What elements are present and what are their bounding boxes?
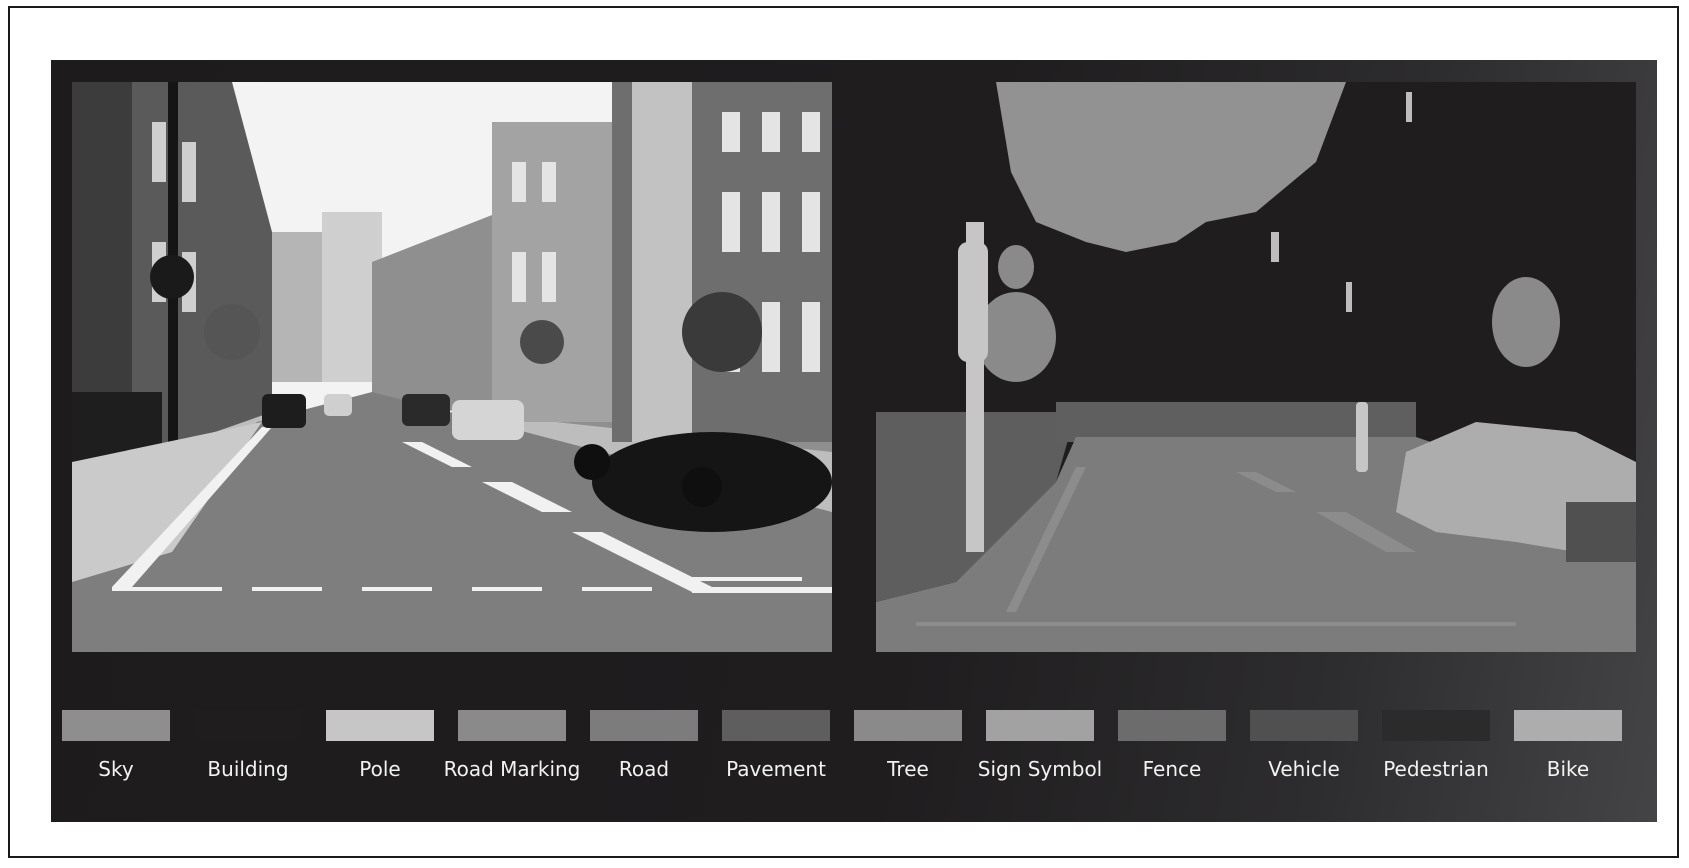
legend-item-tree: Tree — [853, 710, 963, 787]
legend-label-sky: Sky — [98, 757, 134, 781]
legend-item-fence: Fence — [1117, 710, 1227, 787]
legend-swatch-bike — [1514, 710, 1622, 741]
legend-label-pole: Pole — [359, 757, 401, 781]
legend-label-road-marking: Road Marking — [443, 757, 581, 781]
legend-item-building: Building — [193, 710, 303, 787]
figure-panel: Sky Building Pole Road Marking Road Pave… — [51, 60, 1657, 822]
legend-swatch-building — [194, 710, 302, 741]
legend-label-sign-symbol: Sign Symbol — [977, 757, 1103, 781]
legend-label-pavement: Pavement — [726, 757, 826, 781]
legend-label-building: Building — [207, 757, 289, 781]
legend: Sky Building Pole Road Marking Road Pave… — [61, 710, 1651, 820]
legend-item-pedestrian: Pedestrian — [1381, 710, 1491, 787]
legend-item-vehicle: Vehicle — [1249, 710, 1359, 787]
street-photo — [72, 82, 832, 652]
legend-label-vehicle: Vehicle — [1268, 757, 1340, 781]
figure-frame: Sky Building Pole Road Marking Road Pave… — [8, 6, 1679, 858]
legend-item-pavement: Pavement — [721, 710, 831, 787]
legend-item-road-marking: Road Marking — [444, 710, 580, 787]
legend-label-road: Road — [618, 757, 670, 781]
legend-swatch-pole — [326, 710, 434, 741]
legend-label-fence: Fence — [1142, 757, 1202, 781]
legend-swatch-pedestrian — [1382, 710, 1490, 741]
legend-label-pedestrian: Pedestrian — [1383, 757, 1489, 781]
legend-item-bike: Bike — [1513, 710, 1623, 787]
segmentation-map — [876, 82, 1636, 652]
legend-item-pole: Pole — [325, 710, 435, 787]
legend-label-bike: Bike — [1546, 757, 1590, 781]
legend-swatch-road — [590, 710, 698, 741]
legend-swatch-tree — [854, 710, 962, 741]
legend-swatch-vehicle — [1250, 710, 1358, 741]
legend-swatch-sky — [62, 710, 170, 741]
legend-swatch-sign-symbol — [986, 710, 1094, 741]
legend-item-sign-symbol: Sign Symbol — [978, 710, 1102, 787]
legend-item-sky: Sky — [61, 710, 171, 787]
street-photo-illustration — [72, 82, 832, 652]
segmentation-map-illustration — [876, 82, 1636, 652]
legend-swatch-pavement — [722, 710, 830, 741]
legend-swatch-road-marking — [458, 710, 566, 741]
legend-item-road: Road — [589, 710, 699, 787]
legend-swatch-fence — [1118, 710, 1226, 741]
legend-label-tree: Tree — [887, 757, 929, 781]
